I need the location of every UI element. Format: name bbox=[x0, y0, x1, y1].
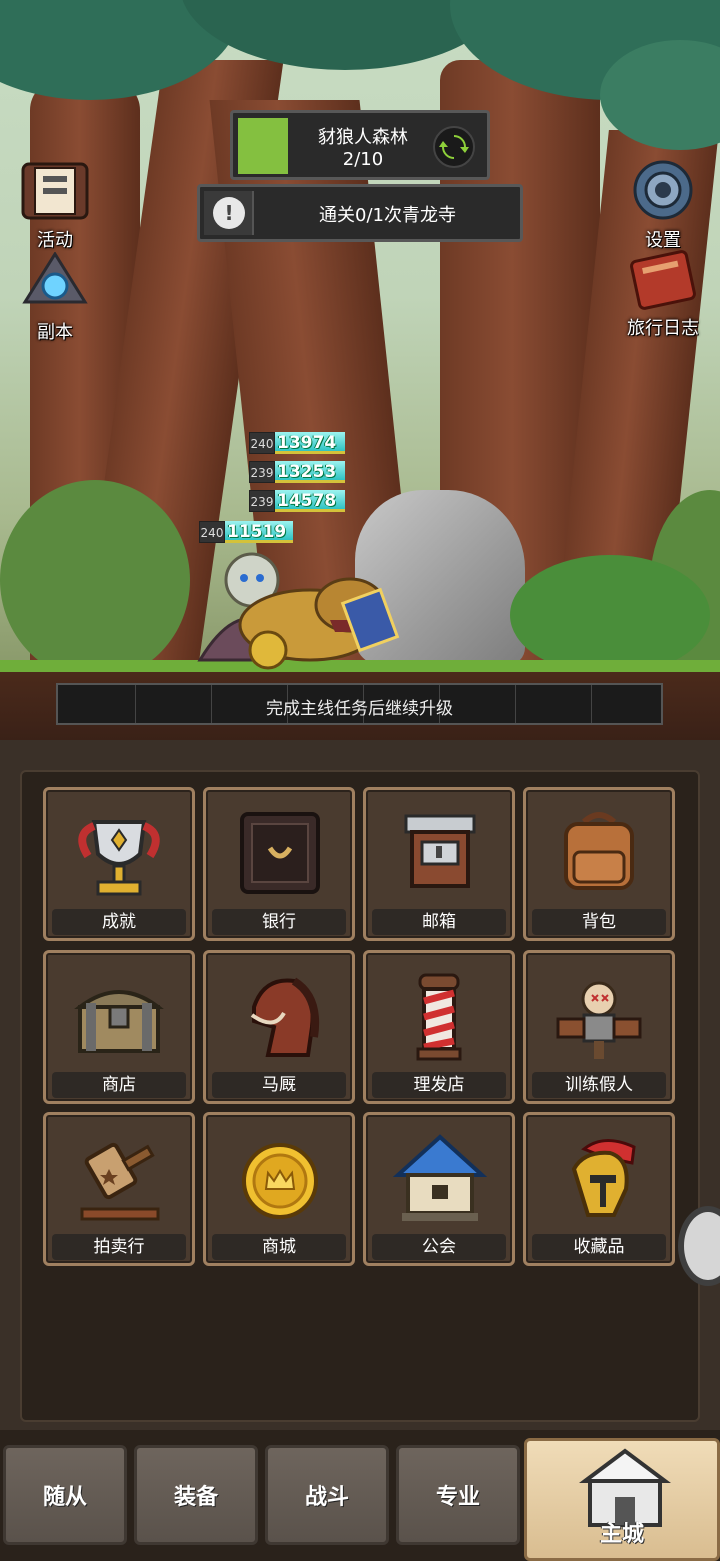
menu-collections[interactable]: 收藏品 bbox=[523, 1112, 675, 1266]
menu-label: 背包 bbox=[532, 909, 666, 935]
refresh-icon bbox=[439, 135, 469, 159]
tab-equipment[interactable]: 装备 bbox=[134, 1445, 258, 1545]
settings-label: 设置 bbox=[645, 230, 681, 251]
menu-label: 拍卖行 bbox=[52, 1234, 186, 1260]
damage-number: 239 14578 bbox=[249, 490, 345, 512]
horse-icon bbox=[250, 977, 320, 1057]
tab-label: 主城 bbox=[599, 1522, 644, 1547]
menu-label: 成就 bbox=[52, 909, 186, 935]
quest-text: 通关0/1次青龙寺 bbox=[319, 205, 456, 226]
menu-achievements[interactable]: 成就 bbox=[43, 787, 195, 941]
menu-training-dummy[interactable]: 训练假人 bbox=[523, 950, 675, 1104]
menu-barbershop[interactable]: 理发店 bbox=[363, 950, 515, 1104]
damage-number: 239 13253 bbox=[249, 461, 345, 483]
tab-label: 装备 bbox=[173, 1485, 218, 1510]
safe-icon bbox=[240, 812, 320, 894]
damage-level: 240 bbox=[199, 521, 225, 543]
stage-progress-fill bbox=[238, 118, 288, 174]
damage-number: 240 11519 bbox=[199, 521, 293, 543]
tab-profession[interactable]: 专业 bbox=[396, 1445, 520, 1545]
tab-label: 随从 bbox=[42, 1485, 87, 1510]
damage-level: 239 bbox=[249, 490, 275, 512]
refresh-stage-button[interactable] bbox=[433, 126, 475, 168]
tab-label: 专业 bbox=[435, 1485, 480, 1510]
tab-followers[interactable]: 随从 bbox=[3, 1445, 127, 1545]
monster-group bbox=[197, 552, 400, 670]
backpack-icon bbox=[564, 812, 634, 890]
trophy-icon bbox=[78, 820, 160, 896]
damage-value: 13974 bbox=[275, 432, 345, 454]
gear-icon bbox=[633, 160, 693, 220]
gavel-icon bbox=[80, 1142, 160, 1221]
menu-auction-house[interactable]: 拍卖行 bbox=[43, 1112, 195, 1266]
menu-label: 邮箱 bbox=[372, 909, 506, 935]
dungeon-label: 副本 bbox=[37, 322, 73, 343]
journal-book-icon bbox=[630, 250, 696, 310]
menu-label: 银行 bbox=[212, 909, 346, 935]
menu-mall[interactable]: 商城 bbox=[203, 1112, 355, 1266]
tab-battle[interactable]: 战斗 bbox=[265, 1445, 389, 1545]
crown-coin-icon bbox=[242, 1143, 318, 1219]
menu-label: 理发店 bbox=[372, 1072, 506, 1098]
damage-level: 239 bbox=[249, 461, 275, 483]
settings-button[interactable]: 设置 bbox=[618, 158, 708, 252]
helmet-icon bbox=[571, 1139, 636, 1217]
menu-stable[interactable]: 马厩 bbox=[203, 950, 355, 1104]
menu-label: 马厩 bbox=[212, 1072, 346, 1098]
scroll-banner-icon bbox=[21, 162, 89, 220]
damage-number: 240 13974 bbox=[249, 432, 345, 454]
mailbox-icon bbox=[404, 814, 476, 888]
dungeon-button[interactable]: 副本 bbox=[10, 251, 100, 344]
journal-button[interactable]: 旅行日志 bbox=[618, 250, 708, 340]
bush bbox=[0, 480, 190, 680]
menu-mailbox[interactable]: 邮箱 bbox=[363, 787, 515, 941]
experience-bar: 完成主线任务后继续升级 bbox=[56, 683, 663, 725]
journal-label: 旅行日志 bbox=[627, 318, 699, 339]
stage-progress-panel: 豺狼人森林 2/10 bbox=[230, 110, 490, 180]
activity-button[interactable]: 活动 bbox=[10, 160, 100, 252]
experience-text: 完成主线任务后继续升级 bbox=[266, 699, 453, 719]
menu-shop[interactable]: 商店 bbox=[43, 950, 195, 1104]
menu-bank[interactable]: 银行 bbox=[203, 787, 355, 941]
menu-label: 商店 bbox=[52, 1072, 186, 1098]
portal-stone-icon bbox=[22, 251, 88, 304]
damage-value: 11519 bbox=[225, 521, 293, 543]
barber-pole-icon bbox=[416, 973, 462, 1061]
guild-house-icon bbox=[392, 1134, 488, 1221]
tab-label: 战斗 bbox=[304, 1485, 349, 1510]
bottom-nav: 随从 装备 战斗 专业 主城 bbox=[0, 1430, 720, 1561]
menu-label: 公会 bbox=[372, 1234, 506, 1260]
stage-progress-count: 2/10 bbox=[342, 149, 384, 170]
menu-label: 收藏品 bbox=[532, 1234, 666, 1260]
damage-level: 240 bbox=[249, 432, 275, 454]
chest-icon bbox=[74, 990, 164, 1053]
bush bbox=[510, 555, 710, 675]
alert-icon: ! bbox=[213, 197, 245, 229]
stage-name: 豺狼人森林 bbox=[318, 127, 408, 148]
menu-backpack[interactable]: 背包 bbox=[523, 787, 675, 941]
quest-icon-box: ! bbox=[204, 191, 254, 235]
training-dummy-icon bbox=[556, 981, 642, 1059]
menu-guild[interactable]: 公会 bbox=[363, 1112, 515, 1266]
damage-value: 14578 bbox=[275, 490, 345, 512]
activity-label: 活动 bbox=[37, 230, 73, 251]
tab-main-city[interactable]: 主城 bbox=[524, 1438, 720, 1561]
menu-label: 商城 bbox=[212, 1234, 346, 1260]
menu-label: 训练假人 bbox=[532, 1072, 666, 1098]
damage-value: 13253 bbox=[275, 461, 345, 483]
quest-tracker[interactable]: ! 通关0/1次青龙寺 bbox=[197, 184, 523, 242]
